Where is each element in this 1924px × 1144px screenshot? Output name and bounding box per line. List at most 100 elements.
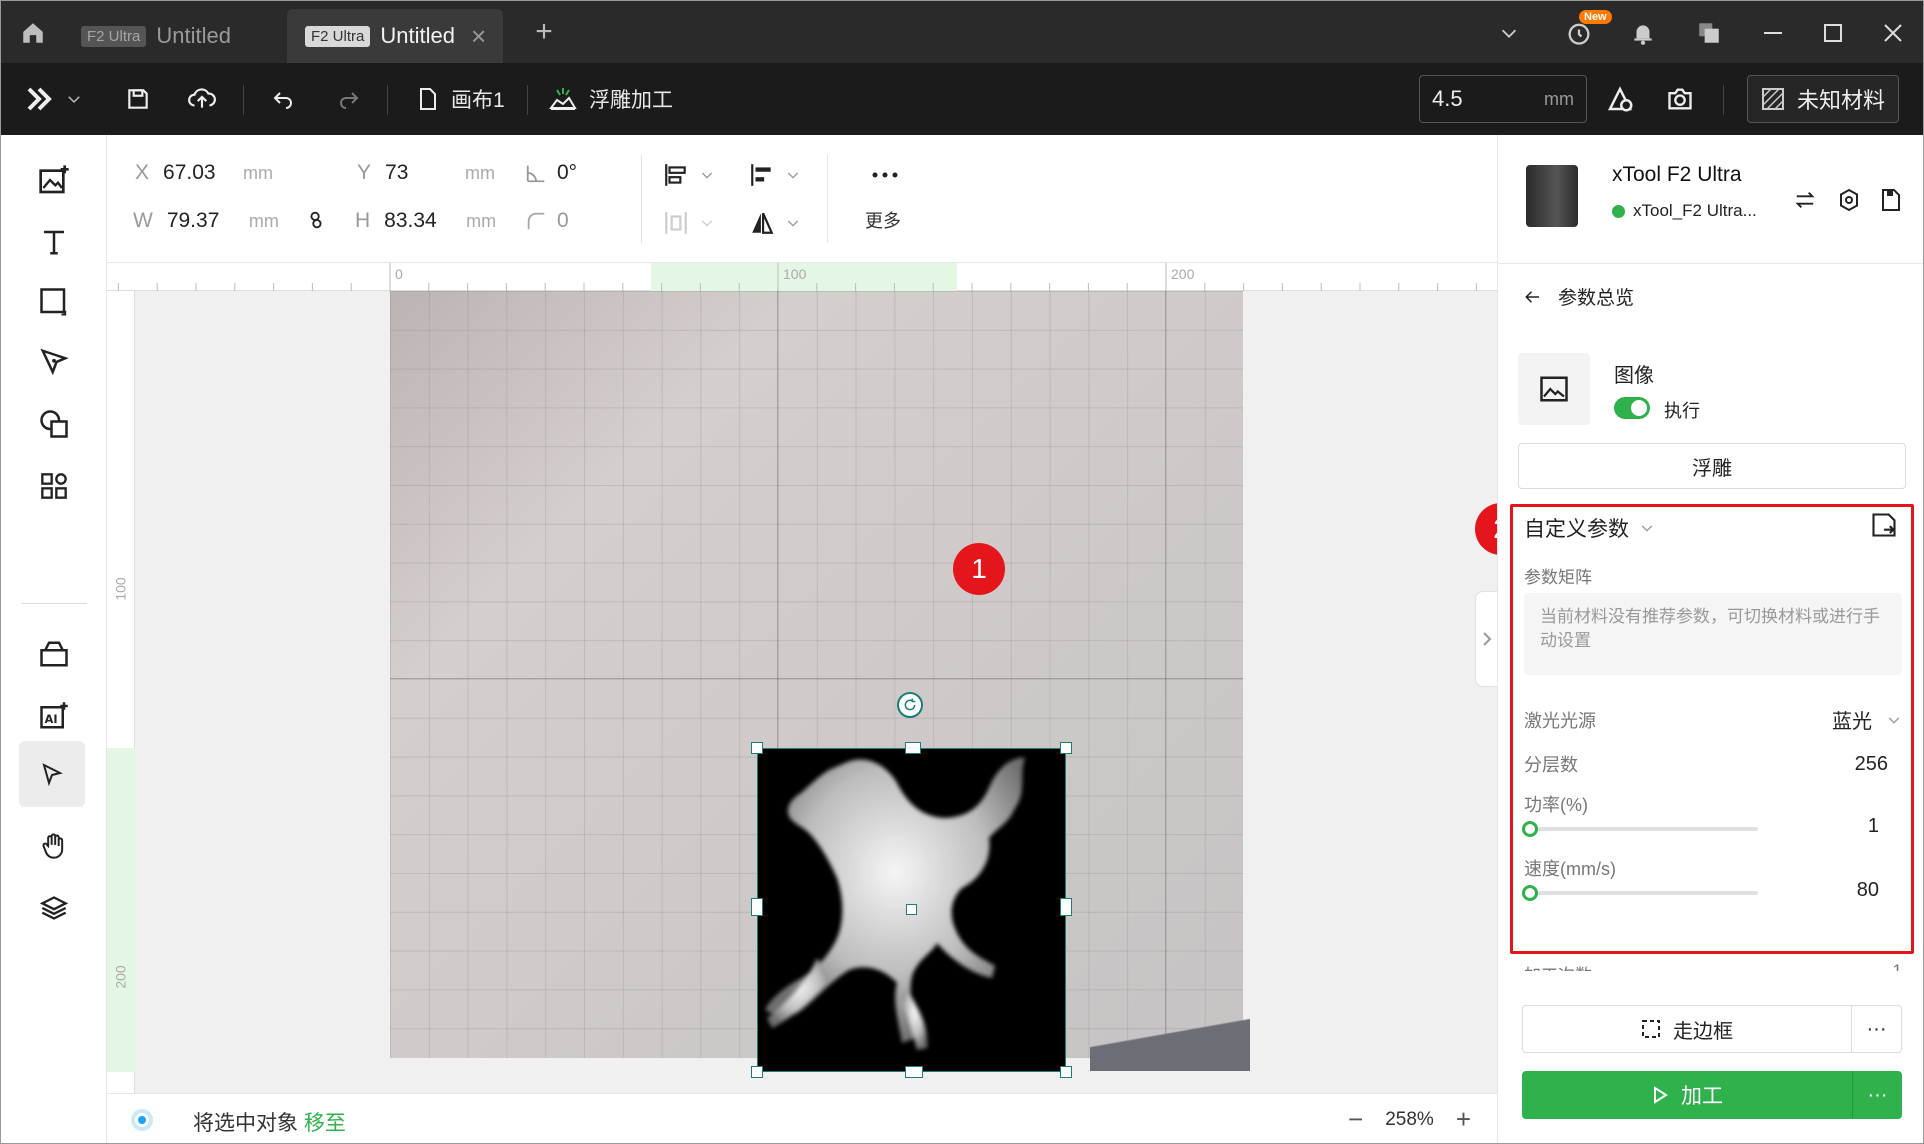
arrange-dropdown[interactable] [749, 157, 819, 193]
undo-icon[interactable] [269, 81, 297, 117]
main-toolbar: 画布1 浮雕加工 4.5 mm 未知材料 [1, 63, 1923, 135]
pen-tool-icon[interactable] [25, 333, 83, 391]
rotate-handle-icon[interactable] [897, 692, 923, 718]
save-params-icon[interactable] [1870, 511, 1900, 541]
power-slider-knob[interactable] [1522, 821, 1538, 837]
resize-handle-right[interactable] [1060, 898, 1072, 916]
object-properties-bar: X 67.03 mm Y 73 mm 0° W 79.37 mm H 83.34… [107, 135, 1497, 263]
distribute-dropdown[interactable] [663, 205, 733, 241]
image-icon [1540, 376, 1568, 402]
ai-image-icon[interactable]: AI [25, 687, 83, 745]
canvas-selector[interactable]: 画布1 [417, 81, 505, 117]
process-more-button[interactable]: ··· [1852, 1071, 1902, 1119]
speed-slider-knob[interactable] [1522, 885, 1538, 901]
x-position-field[interactable]: X 67.03 mm [135, 161, 273, 185]
xtool-menu[interactable] [27, 81, 83, 117]
home-icon[interactable] [13, 15, 53, 51]
ruler-label: 0 [395, 266, 403, 282]
tab-untitled-2[interactable]: F2 Ultra Untitled × [287, 9, 503, 63]
process-button[interactable]: 加工 [1522, 1071, 1852, 1119]
chevron-down-icon[interactable] [1491, 15, 1527, 51]
select-tool-icon[interactable] [19, 741, 85, 807]
ruler-label: 200 [1171, 266, 1195, 282]
add-tab-button[interactable]: + [527, 15, 561, 49]
more-label[interactable]: 更多 [865, 207, 901, 233]
layers-icon[interactable] [25, 879, 83, 937]
maximize-icon[interactable] [1815, 15, 1851, 51]
relief-process-button[interactable]: 浮雕加工 [549, 81, 673, 117]
frame-more-button[interactable]: ··· [1852, 1005, 1902, 1053]
add-image-icon[interactable] [25, 151, 83, 209]
zoom-level[interactable]: 258% [1385, 1109, 1434, 1131]
save-icon[interactable] [125, 81, 151, 117]
resize-handle-top-right[interactable] [1060, 742, 1072, 754]
collapse-panel-button[interactable] [1475, 591, 1497, 687]
apps-icon[interactable] [25, 457, 83, 515]
camera-icon[interactable] [1665, 81, 1695, 117]
layer-count-row[interactable]: 分层数 256 [1524, 751, 1902, 777]
speed-value[interactable]: 80 [1857, 879, 1879, 902]
relief-laser-icon [549, 88, 577, 110]
shape-tool-icon[interactable] [25, 273, 83, 331]
resize-handle-bottom[interactable] [905, 1066, 923, 1078]
h-unit: mm [466, 210, 497, 231]
param-overview-header[interactable]: 参数总览 [1524, 283, 1634, 310]
device-badge: F2 Ultra [305, 25, 371, 47]
close-tab-icon[interactable]: × [471, 21, 486, 52]
process-mode-button[interactable]: 浮雕 [1518, 443, 1906, 489]
h-label: H [355, 209, 371, 232]
height-field[interactable]: H 83.34 mm [355, 209, 496, 233]
corner-radius-field[interactable]: 0 [525, 209, 569, 233]
lock-ratio-icon[interactable] [307, 209, 325, 231]
material-thickness-input[interactable]: 4.5 mm [1419, 75, 1587, 123]
resize-handle-left[interactable] [751, 898, 763, 916]
power-value[interactable]: 1 [1868, 815, 1879, 838]
switch-device-icon[interactable] [1790, 185, 1820, 215]
no-recommendation-hint: 当前材料没有推荐参数，可切换材料或进行手动设置 [1524, 593, 1902, 675]
speed-row: 速度(mm/s) [1524, 855, 1902, 881]
design-canvas[interactable]: 0 100 200 100 200 [107, 263, 1497, 1093]
move-to-link[interactable]: 移至 [304, 1112, 346, 1135]
cloud-upload-icon[interactable] [187, 81, 217, 117]
power-slider[interactable] [1522, 821, 1758, 837]
y-position-field[interactable]: Y 73 mm [357, 161, 495, 185]
hand-pan-icon[interactable] [25, 817, 83, 875]
resize-handle-top[interactable] [905, 742, 921, 754]
width-field[interactable]: W 79.37 mm [133, 209, 279, 233]
device-storage-icon[interactable] [1876, 185, 1906, 215]
windows-icon[interactable] [1691, 15, 1727, 51]
custom-params-dropdown[interactable]: 自定义参数 [1524, 513, 1655, 543]
frame-button[interactable]: 走边框 [1522, 1005, 1852, 1053]
laser-source-row[interactable]: 激光光源 蓝光 [1524, 705, 1902, 734]
zoom-in-button[interactable]: + [1456, 1104, 1471, 1135]
more-options-icon[interactable] [871, 157, 911, 193]
auto-measure-icon[interactable] [1605, 81, 1635, 117]
shapes-library-icon[interactable] [25, 395, 83, 453]
minimize-icon[interactable] [1755, 15, 1791, 51]
w-value: 79.37 [166, 209, 220, 232]
resize-handle-bottom-right[interactable] [1060, 1066, 1072, 1078]
tab-untitled-1[interactable]: F2 Ultra Untitled [63, 9, 235, 63]
zoom-out-button[interactable]: − [1348, 1104, 1363, 1135]
resize-handle-top-left[interactable] [751, 742, 763, 754]
speed-slider[interactable] [1522, 885, 1758, 901]
selected-image-object[interactable] [751, 692, 1072, 1078]
ruler-label: 200 [112, 965, 129, 989]
text-tool-icon[interactable] [25, 213, 83, 271]
execute-toggle[interactable] [1614, 397, 1650, 419]
custom-params-label: 自定义参数 [1524, 518, 1629, 541]
material-selector[interactable]: 未知材料 [1747, 75, 1899, 123]
flip-icon [752, 212, 774, 234]
center-point [906, 904, 917, 915]
bell-icon[interactable] [1625, 15, 1661, 51]
resize-handle-bottom-left[interactable] [751, 1066, 763, 1078]
flip-dropdown[interactable] [749, 205, 819, 241]
close-window-icon[interactable] [1875, 15, 1911, 51]
device-name: xTool F2 Ultra [1612, 163, 1742, 186]
device-settings-icon[interactable] [1834, 185, 1864, 215]
redo-icon[interactable] [335, 81, 363, 117]
rotation-field[interactable]: 0° [525, 161, 577, 185]
layer-count-value[interactable]: 256 [1855, 753, 1888, 776]
project-library-icon[interactable] [25, 625, 83, 683]
align-dropdown[interactable] [663, 157, 733, 193]
